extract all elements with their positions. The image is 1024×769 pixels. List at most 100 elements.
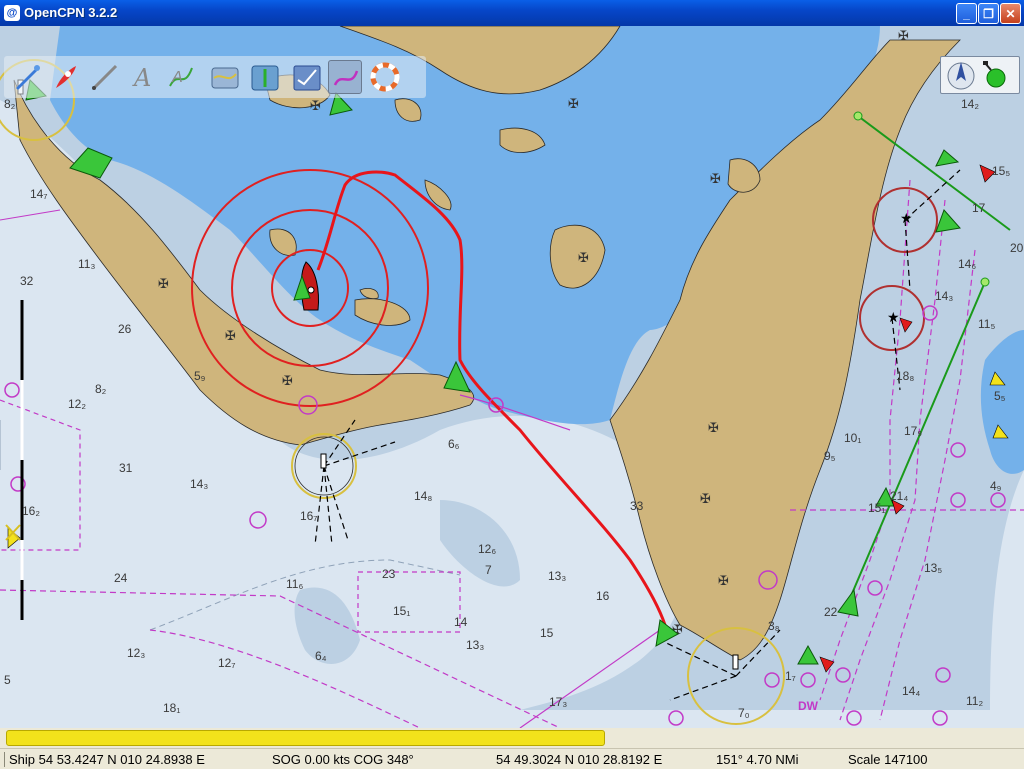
- depth-label: 4₉: [990, 479, 1002, 493]
- chart-scale: Scale 147100: [848, 752, 928, 767]
- chart-toolbar: A A: [4, 56, 426, 98]
- svg-text:✠: ✠: [718, 574, 729, 589]
- depth-label: 13₃: [466, 638, 484, 652]
- depth-label: 11₃: [78, 257, 95, 271]
- depth-label: 12₂: [68, 397, 86, 411]
- zoom-in-tool-icon[interactable]: [10, 60, 44, 94]
- svg-text:A: A: [171, 69, 183, 86]
- deep-water-route-label: DW: [798, 699, 819, 713]
- measure-tool-icon[interactable]: [88, 60, 122, 94]
- depth-label: 14₂: [961, 97, 979, 111]
- svg-text:✠: ✠: [568, 97, 579, 112]
- depth-label: 16₇: [300, 509, 317, 523]
- depth-label: 33: [630, 499, 644, 513]
- svg-text:✠: ✠: [282, 374, 293, 389]
- depth-label: 8₂: [95, 382, 107, 396]
- depth-label: 18₁: [163, 701, 180, 715]
- progress-fill: [6, 730, 605, 746]
- depth-label: 11₂: [966, 694, 983, 708]
- depth-label: 24: [114, 571, 128, 585]
- svg-text:✠: ✠: [708, 421, 719, 436]
- depth-label: 5₅: [994, 389, 1006, 403]
- depth-label: 17₃: [549, 695, 567, 709]
- depth-label: 26: [118, 322, 132, 336]
- depth-label: 18₈: [896, 369, 914, 383]
- window-title: OpenCPN 3.2.2: [24, 5, 118, 20]
- cursor-position: 54 49.3024 N 010 28.8192 E: [496, 752, 663, 767]
- status-bar: Ship 54 53.4247 N 010 24.8938 E SOG 0.00…: [0, 748, 1024, 769]
- progress-strip: [0, 728, 1024, 748]
- depth-label: 17: [972, 201, 986, 215]
- depth-label: 10₁: [844, 431, 861, 445]
- depth-label: 13₅: [924, 561, 942, 575]
- depth-label: 6₄: [315, 649, 327, 663]
- depth-label: 14₄: [902, 684, 920, 698]
- depth-label: 22: [824, 605, 838, 619]
- depth-label: 14: [454, 615, 468, 629]
- svg-text:★: ★: [900, 211, 913, 227]
- depth-label: 15: [540, 626, 554, 640]
- svg-text:✠: ✠: [898, 29, 909, 44]
- depth-label: 11₆: [286, 577, 303, 591]
- route-tool-icon[interactable]: A: [164, 60, 198, 94]
- depth-label: 32: [20, 274, 34, 288]
- depth-label: 16₂: [22, 504, 40, 518]
- depth-label: 1₇: [785, 669, 796, 683]
- depth-label: 3₈: [768, 619, 780, 633]
- depth-label: 9₅: [824, 449, 836, 463]
- route-rocket-icon[interactable]: [48, 60, 82, 94]
- chart-tool-icon[interactable]: [208, 60, 242, 94]
- depth-label: 14₃: [190, 477, 208, 491]
- waypoint-marker[interactable]: [853, 111, 863, 121]
- svg-text:✠: ✠: [700, 492, 711, 507]
- opencpn-app-icon: @: [4, 5, 20, 21]
- svg-text:A: A: [132, 64, 151, 92]
- depth-label: 6₆: [448, 437, 460, 451]
- depth-label: 14₃: [935, 289, 953, 303]
- nautical-chart[interactable]: ✠✠✠ ✠✠✠ ✠✠✠ ✠✠✠ ★ ★ 14₂ 15₅ 17 14₆ 14₃ 1…: [0, 26, 1024, 728]
- minimize-button[interactable]: _: [956, 3, 977, 24]
- depth-label: 16: [596, 589, 610, 603]
- sog-cog: SOG 0.00 kts COG 348°: [272, 752, 414, 767]
- compass-panel[interactable]: [940, 56, 1020, 94]
- gps-ok-icon: [983, 61, 1006, 88]
- svg-text:✠: ✠: [225, 329, 236, 344]
- depth-label: 8₂: [4, 97, 16, 111]
- ship-position: Ship 54 53.4247 N 010 24.8938 E: [4, 752, 205, 767]
- depth-label: 15₁: [393, 604, 410, 618]
- title-bar: @ OpenCPN 3.2.2 _ ❐ ✕: [0, 0, 1024, 26]
- depth-label: 11₅: [978, 317, 995, 331]
- waypoint-marker[interactable]: [980, 277, 990, 287]
- depth-label: 14₆: [958, 257, 976, 271]
- ais-tool-icon[interactable]: [290, 60, 324, 94]
- depth-label: 7: [485, 563, 492, 577]
- svg-text:✠: ✠: [710, 172, 721, 187]
- depth-label: 31: [119, 461, 133, 475]
- track-tool-icon[interactable]: [328, 60, 362, 94]
- depth-label: 15₁: [868, 501, 885, 515]
- text-tool-icon[interactable]: A: [126, 60, 160, 94]
- close-button[interactable]: ✕: [1000, 3, 1021, 24]
- depth-label: 12₆: [478, 542, 496, 556]
- depth-label: 14₇: [30, 187, 47, 201]
- svg-text:✠: ✠: [310, 99, 321, 114]
- bearing-distance: 151° 4.70 NMi: [716, 752, 799, 767]
- depth-label: 23: [382, 567, 396, 581]
- depth-label: 20: [1010, 241, 1024, 255]
- depth-label: 5₉: [194, 369, 206, 383]
- man-overboard-icon[interactable]: [368, 60, 402, 94]
- depth-label: 13₃: [548, 569, 566, 583]
- maximize-button[interactable]: ❐: [978, 3, 999, 24]
- tide-tool-icon[interactable]: [248, 60, 282, 94]
- chart-canvas[interactable]: ✠ ✠ ✠ ✠ ✠ ✠ ✠ ✠ ✠ ✠ ✠ ✠ ★ ★ 14₂ 15₅ 17 1…: [0, 26, 1024, 728]
- depth-label: 12₇: [218, 656, 235, 670]
- svg-text:★: ★: [887, 310, 900, 326]
- svg-text:✠: ✠: [158, 277, 169, 292]
- depth-label: 17₉: [904, 424, 922, 438]
- depth-label: 14₈: [414, 489, 432, 503]
- depth-label: 7₀: [738, 706, 750, 720]
- depth-label: 15₅: [992, 164, 1010, 178]
- depth-label: 5: [4, 673, 11, 687]
- svg-text:✠: ✠: [578, 251, 589, 266]
- north-arrow-icon: [947, 62, 975, 90]
